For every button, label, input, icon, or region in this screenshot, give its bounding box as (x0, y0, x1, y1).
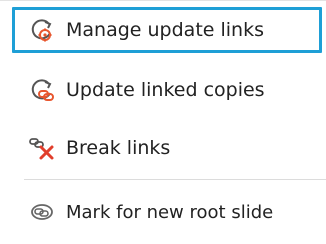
menu-item-label: Mark for new root slide (66, 201, 274, 223)
menu-item-mark-for-new-root-slide[interactable]: Mark for new root slide (12, 189, 322, 235)
menu-item-update-linked-copies[interactable]: Update linked copies (12, 67, 322, 113)
update-copies-icon (28, 76, 56, 104)
menu-item-break-links[interactable]: Break links (12, 125, 322, 171)
menu-separator (24, 179, 326, 180)
mark-root-icon (28, 198, 56, 226)
context-menu: Manage update links Update linked copies… (0, 0, 326, 244)
menu-item-label: Update linked copies (66, 79, 265, 101)
menu-item-label: Break links (66, 137, 171, 159)
break-links-icon (28, 134, 56, 162)
menu-item-manage-update-links[interactable]: Manage update links (12, 7, 322, 53)
manage-links-icon (28, 16, 56, 44)
menu-item-label: Manage update links (66, 19, 264, 41)
